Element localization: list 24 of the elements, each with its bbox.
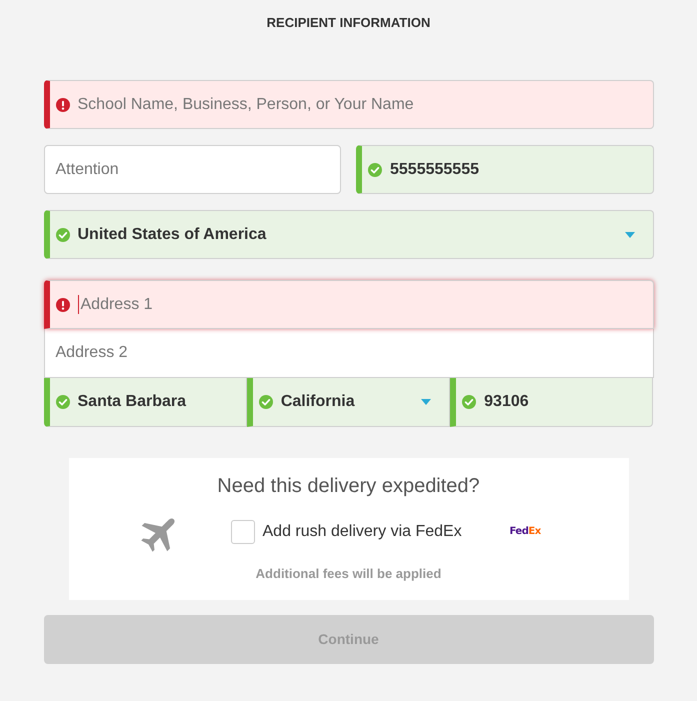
dropdown-caret-icon: [421, 399, 432, 405]
section-title: RECIPIENT INFORMATION: [266, 15, 430, 31]
city-field[interactable]: Santa Barbara: [44, 378, 247, 427]
rush-delivery-label: Add rush delivery via FedEx: [262, 522, 463, 542]
country-select[interactable]: United States of America: [44, 210, 654, 259]
additional-fees-note: Additional fees will be applied: [256, 565, 442, 583]
error-icon: [56, 298, 70, 312]
error-icon: [56, 98, 70, 112]
dropdown-caret-icon: [624, 232, 634, 238]
address-line-1-field[interactable]: Address 1: [44, 280, 654, 329]
check-icon: [56, 228, 70, 242]
rush-delivery-checkbox[interactable]: [230, 520, 254, 544]
state-select[interactable]: California: [246, 378, 450, 427]
fedex-logo: FedEx: [510, 526, 541, 538]
check-icon: [462, 395, 476, 409]
phone-field[interactable]: 5555555555: [356, 145, 654, 194]
attention-field[interactable]: Attention: [44, 145, 341, 194]
check-icon: [368, 162, 382, 176]
check-icon: [56, 395, 70, 409]
recipient-name-field[interactable]: School Name, Business, Person, or Your Name: [44, 80, 654, 129]
expedite-question: Need this delivery expedited?: [217, 474, 480, 499]
zip-code-field[interactable]: 93106: [450, 378, 654, 427]
address-line-2-field[interactable]: Address 2: [44, 329, 654, 378]
check-icon: [258, 395, 273, 409]
